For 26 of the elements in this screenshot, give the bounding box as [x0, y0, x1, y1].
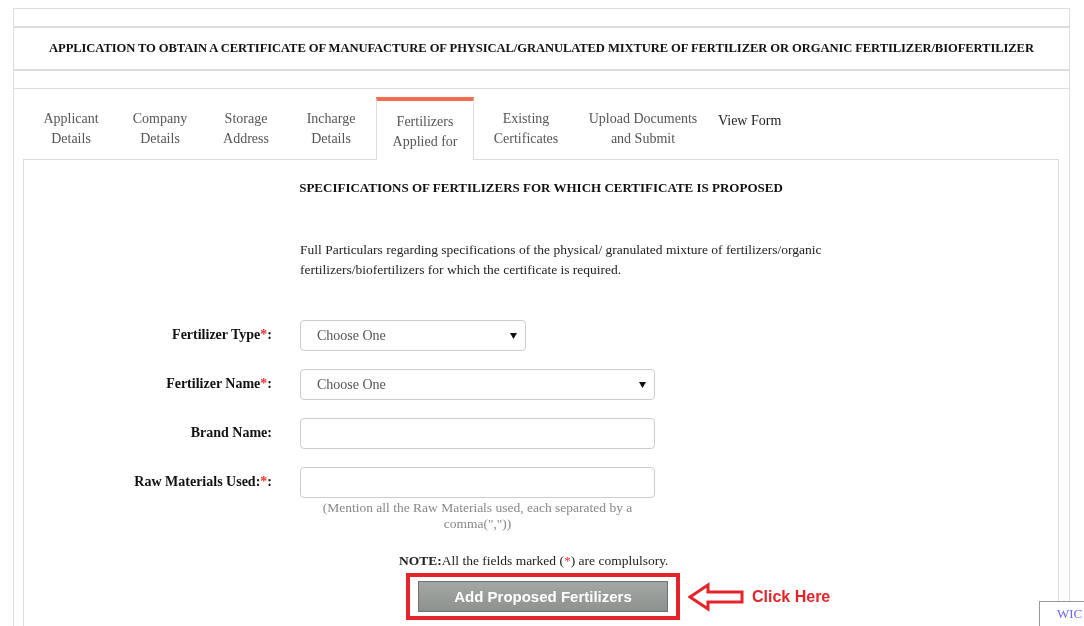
note-text: NOTE:All the fields marked (*) are complulsory. — [398, 553, 670, 569]
field-label: Fertilizer Type*: — [171, 326, 272, 343]
section-title: SPECIFICATIONS OF FERTILIZERS FOR WHICH CERTIFICATE IS PROPOSED — [298, 180, 784, 196]
caret-icon — [510, 332, 517, 339]
dropdown[interactable]: Choose One — [300, 369, 655, 400]
tab[interactable]: Upload Documents and Submit — [578, 97, 708, 157]
field-label: Fertilizer Name*: — [165, 375, 272, 392]
form-title: APPLICATION TO OBTAIN A CERTIFICATE OF MANUFACTURE OF PHYSICAL/GRANULATED MIXTURE OF FERTILIZER OR ORGANIC FERTILIZER/BIOFERTILIZER — [49, 41, 1034, 56]
input-field[interactable] — [300, 418, 655, 449]
tab[interactable]: Applicant Details — [28, 97, 114, 157]
tab[interactable]: Company Details — [114, 97, 206, 157]
tab[interactable]: View Form — [708, 97, 792, 139]
tab[interactable]: Storage Address — [206, 97, 286, 157]
input-field[interactable] — [300, 467, 655, 498]
dropdown[interactable]: Choose One — [300, 320, 526, 351]
caret-icon — [639, 381, 646, 388]
callout-text: Click Here — [752, 587, 831, 606]
tab[interactable]: Existing Certificates — [474, 97, 578, 157]
arrow-icon — [688, 581, 744, 612]
hint-text: (Mention all the Raw Materials used, each separated by a comma(",")) — [321, 500, 634, 532]
tab[interactable]: Fertilizers Applied for — [376, 97, 474, 160]
tab[interactable]: Incharge Details — [286, 97, 376, 157]
field-label: Raw Materials Used:*: — [133, 473, 272, 490]
corner-tab[interactable]: WIC — [1039, 601, 1084, 626]
field-label: Brand Name: — [189, 424, 272, 441]
intro-text: Full Particulars regarding specifications of the physical/ granulated mixture of fertilizers/organic fertilizers/biofertilizers for which the certificate is required. — [300, 241, 823, 279]
